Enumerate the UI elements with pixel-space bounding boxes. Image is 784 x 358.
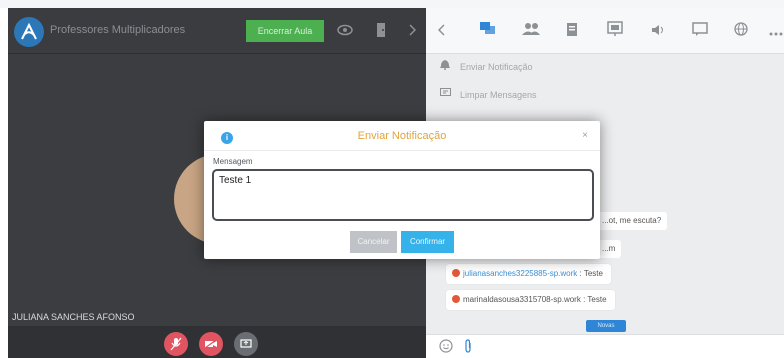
chevron-left-icon[interactable] bbox=[432, 21, 452, 41]
message-field-label: Mensagem bbox=[213, 157, 253, 166]
chat-message-text: Teste bbox=[587, 295, 607, 304]
chat-message-sender: julianasanches3225885-sp.work bbox=[463, 269, 578, 278]
chat-input-bar bbox=[426, 334, 784, 358]
video-header: Professores Multiplicadores Encerrar Aul… bbox=[8, 8, 426, 54]
user-status-dot bbox=[452, 295, 460, 303]
user-status-dot bbox=[452, 269, 460, 277]
chat-message-sender: marinaldasousa3315708-sp.work bbox=[463, 295, 581, 304]
modal-header: i Enviar Notificação × bbox=[204, 121, 600, 151]
mic-off-icon[interactable] bbox=[164, 332, 188, 356]
clipboard-icon[interactable] bbox=[562, 21, 582, 41]
controls-bar bbox=[8, 326, 426, 358]
new-messages-badge[interactable]: Novas bbox=[586, 320, 626, 332]
more-icon[interactable] bbox=[766, 21, 784, 41]
chat-icon[interactable] bbox=[478, 21, 498, 41]
close-icon[interactable]: × bbox=[578, 129, 592, 143]
cancel-button[interactable]: Cancelar bbox=[350, 231, 397, 253]
chevron-right-icon[interactable] bbox=[403, 22, 421, 40]
clear-chat-icon bbox=[440, 87, 452, 105]
door-icon[interactable] bbox=[372, 22, 390, 40]
speaker-icon[interactable] bbox=[648, 21, 668, 41]
chat-message: julianasanches3225885-sp.work : Teste bbox=[446, 264, 611, 284]
menu-send-notification-label: Enviar Notificação bbox=[460, 62, 533, 72]
message-textarea[interactable]: Teste 1 bbox=[212, 169, 594, 221]
menu-clear-messages[interactable]: Limpar Mensagens bbox=[440, 86, 537, 104]
attach-icon[interactable] bbox=[460, 339, 476, 355]
camera-off-icon[interactable] bbox=[199, 332, 223, 356]
bell-icon bbox=[440, 59, 452, 77]
eye-icon[interactable] bbox=[336, 22, 354, 40]
chat-toolbar bbox=[426, 8, 784, 54]
participant-name: JULIANA SANCHES AFONSO bbox=[12, 312, 135, 322]
comment-icon[interactable] bbox=[690, 21, 710, 41]
chat-message-text: Teste bbox=[583, 269, 603, 278]
whiteboard-icon[interactable] bbox=[605, 21, 625, 41]
app-logo-icon bbox=[14, 17, 44, 47]
screen-share-icon[interactable] bbox=[234, 332, 258, 356]
globe-icon[interactable] bbox=[731, 21, 751, 41]
top-strip bbox=[0, 0, 784, 8]
chat-message-partial: ...ot, me escuta? bbox=[596, 212, 668, 230]
menu-send-notification[interactable]: Enviar Notificação bbox=[440, 58, 533, 76]
menu-clear-messages-label: Limpar Mensagens bbox=[460, 90, 537, 100]
send-notification-modal: i Enviar Notificação × Mensagem Teste 1 … bbox=[204, 121, 600, 259]
emoji-icon[interactable] bbox=[438, 339, 454, 355]
room-name: Professores Multiplicadores bbox=[50, 24, 186, 36]
confirm-button[interactable]: Confirmar bbox=[401, 231, 454, 253]
chat-message: marinaldasousa3315708-sp.work : Teste bbox=[446, 290, 615, 310]
people-icon[interactable] bbox=[521, 21, 541, 41]
end-class-button[interactable]: Encerrar Aula bbox=[246, 20, 324, 42]
modal-title: Enviar Notificação bbox=[357, 130, 447, 142]
